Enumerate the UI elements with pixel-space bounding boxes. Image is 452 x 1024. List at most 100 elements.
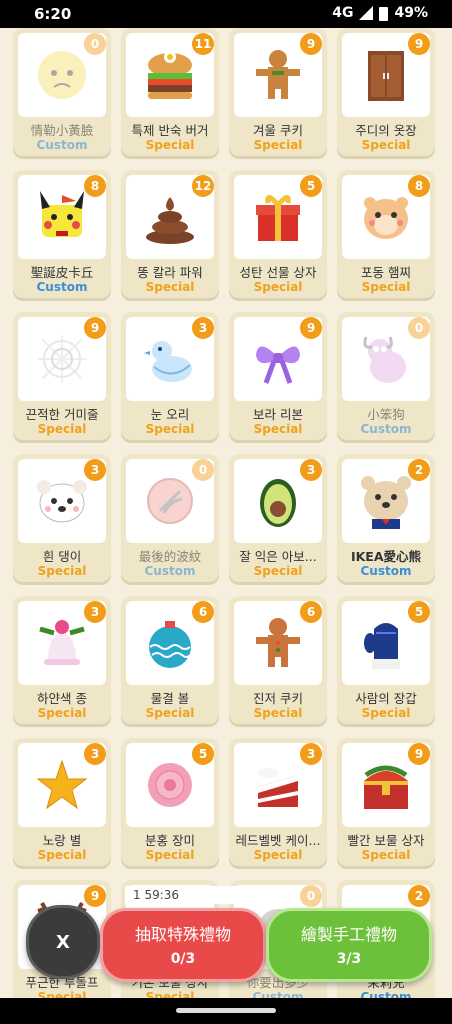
home-indicator[interactable] (176, 1008, 276, 1013)
gift-type: Custom (144, 564, 196, 578)
gift-card[interactable]: 11 특제 반숙 버거 Special (121, 28, 219, 156)
draw-special-gift-button[interactable]: 抽取特殊禮物 0/3 (100, 908, 266, 982)
gift-type: Special (145, 280, 195, 294)
gift-type: Special (361, 848, 411, 862)
gift-card[interactable]: 9 빨간 보물 상자 Special (337, 738, 435, 866)
gift-card[interactable]: 6 진저 쿠키 Special (229, 596, 327, 724)
craft-gift-count: 3/3 (336, 951, 362, 967)
gift-name: 사람의 장갑 (355, 691, 417, 706)
gift-name: 겨울 쿠키 (253, 123, 303, 138)
count-badge: 3 (84, 743, 106, 765)
gift-card[interactable]: 8 포동 햄찌 Special (337, 170, 435, 298)
ginger-cookie-icon (256, 618, 300, 667)
gift-card[interactable]: 5 성탄 선물 상자 Special (229, 170, 327, 298)
sad-face-icon (38, 51, 86, 99)
gift-card[interactable]: 3 레드벨벳 케이... Special (229, 738, 327, 866)
gift-name: IKEA愛心熊 (350, 549, 422, 564)
gift-card[interactable]: 5 사람의 장갑 Special (337, 596, 435, 724)
wardrobe-icon (368, 51, 404, 101)
count-badge: 5 (408, 601, 430, 623)
count-badge: 12 (192, 175, 214, 197)
gift-card[interactable]: 3 노랑 별 Special (13, 738, 111, 866)
draw-special-label: 抽取特殊禮物 (134, 925, 231, 944)
burger-icon (148, 51, 192, 99)
gift-name: 포동 햄찌 (361, 265, 411, 280)
gift-name: 聖誕皮卡丘 (30, 265, 94, 280)
gift-type: Custom (36, 280, 88, 294)
count-badge: 0 (408, 317, 430, 339)
gift-name: 분홍 장미 (145, 833, 195, 848)
network-label: 4G (332, 5, 354, 21)
count-badge: 5 (300, 175, 322, 197)
gift-name: 보라 리본 (253, 407, 303, 422)
signal-icon (359, 6, 374, 20)
gift-name: 물결 볼 (150, 691, 190, 706)
gift-card[interactable]: 5 분홍 장미 Special (121, 738, 219, 866)
gift-name: 小笨狗 (367, 407, 405, 422)
count-badge: 8 (408, 175, 430, 197)
count-badge: 3 (192, 317, 214, 339)
count-badge: 9 (84, 317, 106, 339)
gift-type: Special (253, 138, 303, 152)
battery-percent: 49% (394, 5, 428, 21)
gift-type: Special (145, 422, 195, 436)
timer-text: 1 59:36 (125, 886, 273, 904)
gift-card[interactable]: 9 겨울 쿠키 Special (229, 28, 327, 156)
bell-icon (39, 620, 85, 665)
craft-gift-button[interactable]: 繪製手工禮物 3/3 (266, 908, 432, 982)
gift-type: Special (37, 848, 87, 862)
count-badge: 3 (84, 459, 106, 481)
count-badge: 0 (300, 885, 322, 907)
gift-type: Special (145, 706, 195, 720)
gift-type: Custom (360, 422, 412, 436)
gift-box-icon (256, 195, 300, 241)
count-badge: 9 (408, 743, 430, 765)
close-button[interactable]: X (26, 905, 100, 979)
count-badge: 9 (300, 317, 322, 339)
count-badge: 9 (408, 33, 430, 55)
count-badge: 2 (408, 885, 430, 907)
count-badge: 3 (300, 459, 322, 481)
count-badge: 5 (192, 743, 214, 765)
gift-type: Special (253, 706, 303, 720)
count-badge: 0 (84, 33, 106, 55)
gift-type: Special (361, 138, 411, 152)
gift-type: Special (37, 706, 87, 720)
hamster-icon (364, 197, 408, 239)
gift-card[interactable]: 3 잘 익은 아보... Special (229, 454, 327, 582)
system-nav-bar (0, 998, 452, 1024)
gift-card[interactable]: 6 물결 볼 Special (121, 596, 219, 724)
gift-card[interactable]: 8 聖誕皮卡丘 Custom (13, 170, 111, 298)
white-puppy-icon (37, 480, 87, 523)
gift-card[interactable]: 3 눈 오리 Special (121, 312, 219, 440)
gift-name: 情勒小黃臉 (30, 123, 94, 138)
gift-card[interactable]: 0 情勒小黃臉 Custom (13, 28, 111, 156)
gift-type: Special (37, 564, 87, 578)
rose-icon (148, 763, 192, 807)
gift-name: 最後的波紋 (138, 549, 202, 564)
gift-card[interactable]: 9 보라 리본 Special (229, 312, 327, 440)
count-badge: 9 (300, 33, 322, 55)
count-badge: 0 (192, 459, 214, 481)
clock: 6:20 (34, 5, 72, 23)
star-icon (36, 759, 88, 810)
gift-name: 끈적한 거미줄 (25, 407, 99, 422)
craft-gift-label: 繪製手工禮物 (300, 925, 397, 944)
status-icons: 4G 49% (332, 5, 428, 21)
dog-icon (363, 336, 406, 383)
gift-card[interactable]: 0 小笨狗 Custom (337, 312, 435, 440)
count-badge: 2 (408, 459, 430, 481)
count-badge: 8 (84, 175, 106, 197)
gift-card[interactable]: 9 주디의 옷장 Special (337, 28, 435, 156)
gift-card[interactable]: 12 똥 칼라 파워 Special (121, 170, 219, 298)
gift-type: Special (253, 848, 303, 862)
gift-card[interactable]: 2 IKEA愛心熊 Custom (337, 454, 435, 582)
gift-grid: 0 情勒小黃臉 Custom 11 특제 반숙 버거 Special 9 겨울 쿠키 Speci… (0, 28, 452, 1024)
gift-name: 특제 반숙 버거 (131, 123, 209, 138)
snow-duck-icon (144, 341, 192, 382)
gift-card[interactable]: 3 흰 댕이 Special (13, 454, 111, 582)
gift-card[interactable]: 0 最後的波紋 Custom (121, 454, 219, 582)
count-badge: 9 (84, 885, 106, 907)
gift-card[interactable]: 9 끈적한 거미줄 Special (13, 312, 111, 440)
gift-card[interactable]: 3 하얀색 종 Special (13, 596, 111, 724)
